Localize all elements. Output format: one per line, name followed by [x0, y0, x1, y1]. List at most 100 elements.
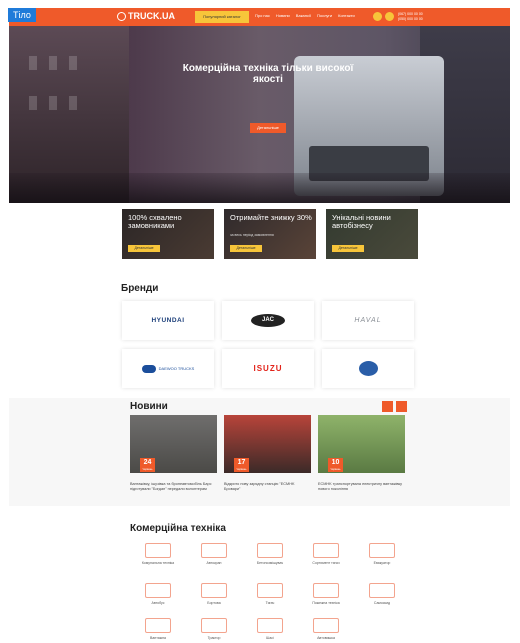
vehicle-category-label: Автовишка	[317, 636, 335, 640]
hero-window	[49, 56, 57, 70]
excavator-icon	[313, 543, 339, 558]
nav-item-about[interactable]: Про нас	[255, 13, 270, 18]
promo-card[interactable]: Унікальні новини автобізнесу Детальніше	[326, 209, 418, 259]
news-headline[interactable]: Вантажівку, ішузівка та бронеавтомобіль …	[130, 482, 217, 491]
brand-faw[interactable]	[322, 349, 414, 388]
news-headline[interactable]: Відкрито нову зарядну станцію "ECMHK Бро…	[224, 482, 311, 491]
vehicle-category[interactable]: Тягач	[242, 583, 298, 605]
vehicle-category[interactable]: Автовишка	[298, 618, 354, 640]
vehicle-category[interactable]: Бортова	[186, 583, 242, 605]
hero-road	[9, 173, 510, 203]
promo-subtitle: за весь період замовлення	[230, 233, 274, 237]
brand-hyundai-logo: HYUNDAI	[151, 317, 185, 324]
vehicle-category[interactable]: Пожежна техніка	[298, 583, 354, 605]
promo-title: 100% схвалено замовниками	[128, 213, 182, 230]
search-icon[interactable]	[373, 12, 382, 21]
news-image: 10 Червень	[318, 415, 405, 473]
tractor-icon	[201, 618, 227, 633]
news-date-badge: 10 Червень	[328, 458, 343, 472]
brands-title: Бренди	[121, 283, 159, 294]
brand-isuzu-logo: ISUZU	[253, 364, 283, 373]
vehicle-category-label: Тягач	[265, 601, 275, 605]
nav-item-contacts[interactable]: Контакти	[338, 13, 355, 18]
promo-button[interactable]: Детальніше	[230, 245, 262, 252]
vehicle-category[interactable]: Самоскид	[354, 583, 410, 605]
site-header: TRUCK.UA Популярний каталог Про нас Нови…	[9, 8, 510, 26]
brand-haval[interactable]: HAVAL	[322, 301, 414, 340]
cart-icon[interactable]	[385, 12, 394, 21]
hero-title: Комерційна техніка тільки високої якості	[182, 63, 354, 85]
main-nav: Про нас Новини Вакансії Послуги Контакти	[255, 13, 355, 18]
dump-truck-icon	[369, 583, 395, 598]
news-arrows	[382, 401, 407, 412]
news-title: Новини	[130, 401, 168, 412]
brand-daewoo-logo: DAEWOO TRUCKS	[158, 365, 195, 371]
vehicle-category-label: Сортимент тягач	[312, 561, 340, 565]
vehicle-category[interactable]: Шасі	[242, 618, 298, 640]
vehicle-category-label: Автокран	[206, 561, 222, 565]
bus-icon	[145, 583, 171, 598]
news-day: 24	[143, 459, 152, 466]
commercial-title: Комерційна техніка	[130, 523, 226, 534]
faw-logo-icon	[358, 361, 378, 376]
vehicle-category[interactable]: Бетонозмішувач	[242, 543, 298, 565]
hero-window	[69, 96, 77, 110]
brand-hyundai[interactable]: HYUNDAI	[122, 301, 214, 340]
vehicle-category[interactable]: Евакуатор	[354, 543, 410, 565]
site-logo[interactable]: TRUCK.UA	[117, 11, 175, 21]
brand-jac[interactable]: JAC	[222, 301, 314, 340]
vehicle-category[interactable]: Автобус	[130, 583, 186, 605]
news-day: 10	[331, 459, 340, 466]
logo-text: TRUCK.UA	[128, 11, 175, 21]
news-day: 17	[237, 459, 246, 466]
vehicle-category[interactable]: Комунальна техніка	[130, 543, 186, 565]
vehicle-category-label: Евакуатор	[373, 561, 391, 565]
nav-item-services[interactable]: Послуги	[317, 13, 332, 18]
daewoo-mark-icon	[141, 364, 156, 373]
promo-card[interactable]: 100% схвалено замовниками Детальніше	[122, 209, 214, 259]
next-arrow-icon[interactable]	[396, 401, 407, 412]
vehicle-category-label: Комунальна техніка	[141, 561, 175, 565]
nav-item-news[interactable]: Новини	[276, 13, 290, 18]
nav-item-jobs[interactable]: Вакансії	[296, 13, 311, 18]
vehicle-category[interactable]: Вантажна	[130, 618, 186, 640]
aerial-lift-icon	[313, 618, 339, 633]
chassis-icon	[257, 618, 283, 633]
vehicle-category-label: Бортова	[207, 601, 221, 605]
element-tag: Тіло	[8, 8, 36, 22]
vehicle-category-label: Автобус	[151, 601, 165, 605]
news-card[interactable]: 24 Червень Вантажівку, ішузівка та броне…	[130, 415, 217, 491]
vehicle-category-label: Пожежна техніка	[312, 601, 340, 605]
news-image: 24 Червень	[130, 415, 217, 473]
vehicle-category-label: Трактор	[207, 636, 221, 640]
news-card[interactable]: 10 Червень ECMHK транспортувала електрич…	[318, 415, 405, 491]
mixer-icon	[257, 543, 283, 558]
logo-ring-icon	[117, 11, 126, 21]
brand-isuzu[interactable]: ISUZU	[222, 349, 314, 388]
hero-banner	[9, 26, 510, 203]
hero-window	[29, 96, 37, 110]
header-icons	[373, 12, 394, 21]
hero-details-button[interactable]: Детальніше	[250, 123, 286, 133]
news-card[interactable]: 17 Червень Відкрито нову зарядну станцію…	[224, 415, 311, 491]
news-headline[interactable]: ECMHK транспортувала електричну вантажів…	[318, 482, 405, 491]
hero-window	[69, 56, 77, 70]
news-image: 17 Червень	[224, 415, 311, 473]
catalog-button[interactable]: Популярний каталог	[195, 11, 249, 23]
news-month: Червень	[142, 468, 153, 471]
brand-jac-logo: JAC	[251, 314, 285, 327]
vehicle-category[interactable]: Сортимент тягач	[298, 543, 354, 565]
vehicle-category[interactable]: Трактор	[186, 618, 242, 640]
promo-button[interactable]: Детальніше	[332, 245, 364, 252]
vehicle-category-label: Вантажна	[150, 636, 166, 640]
promo-title: Отримайте знижку 30%	[230, 213, 312, 222]
tow-truck-icon	[369, 543, 395, 558]
brand-daewoo[interactable]: DAEWOO TRUCKS	[122, 349, 214, 388]
news-month: Червень	[330, 468, 341, 471]
promo-button[interactable]: Детальніше	[128, 245, 160, 252]
vehicle-category-label: Шасі	[266, 636, 274, 640]
vehicle-category[interactable]: Автокран	[186, 543, 242, 565]
phone-2[interactable]: (050) 000 00 00	[398, 17, 423, 22]
prev-arrow-icon[interactable]	[382, 401, 393, 412]
promo-card[interactable]: Отримайте знижку 30% за весь період замо…	[224, 209, 316, 259]
